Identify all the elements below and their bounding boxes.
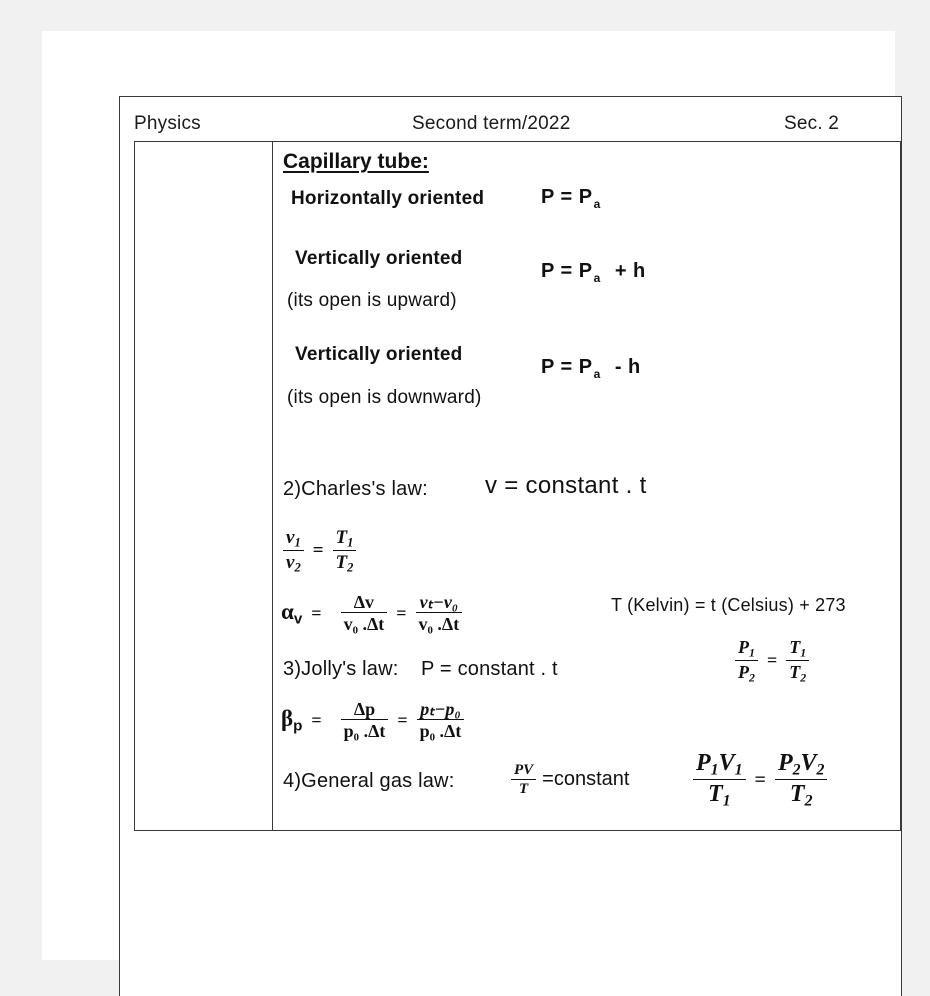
beta-middle-equals-sign: = [397,709,408,730]
general-gas-law-title: 4)General gas law: [283,770,455,792]
capillary-row-1-equation: P = Pa [541,186,601,211]
combined-left-numerator: P1V1 [696,750,743,779]
combined-right-numerator: P2V2 [777,750,825,779]
capillary-row-1-eq-lhs: P = P [541,186,593,208]
charles-ratio-left-fraction: v1 v2 [283,527,304,574]
charles-ratio-right-fraction: T1 T2 [332,527,357,575]
pressure-ratio-numerator: P1 [738,637,755,660]
alpha-second-numerator: vₜ−v₀ [419,592,459,612]
kelvin-conversion-formula: T (Kelvin) = t (Celsius) + 273 [611,595,846,615]
capillary-row-2-label: Vertically oriented [295,248,463,269]
charles-volume-ratio-equation: v1 v2 = T1 T2 [283,527,357,575]
charles-law-statement: v = constant . t [485,472,647,499]
temperature-ratio-numerator: T1 [789,637,807,660]
combined-right-fraction: P2V2 T2 [774,750,828,810]
charles-law-title: 2)Charles's law: [283,478,428,500]
alpha-first-denominator: v₀ .Δt [340,612,388,634]
capillary-row-2-equation: P = Pa + h [541,260,646,285]
alpha-first-numerator: Δv [353,592,375,612]
beta-second-denominator: p₀ .Δt [416,719,465,741]
document-header: Physics Second term/2022 Sec. 2 [120,97,901,141]
beta-equals-sign: = [311,709,322,730]
content-table: Capillary tube: Horizontally oriented P … [134,141,901,831]
jolly-pressure-coefficient-equation: βp = Δp p₀ .Δt = pₜ−p₀ p₀ .Δt [281,699,465,741]
capillary-row-3-eq-rhs: - h [614,356,641,378]
capillary-row-3-eq-sub: a [593,367,601,381]
capillary-row-1-label: Horizontally oriented [291,188,485,209]
capillary-row-3-sublabel: (its open is downward) [287,387,482,408]
charles-ratio-right-denominator: T2 [332,549,357,575]
general-gas-law-numerator: PV [514,762,534,778]
alpha-second-denominator: v₀ .Δt [415,612,463,634]
beta-symbol: βp [281,706,303,735]
header-term: Second term/2022 [412,113,571,134]
temperature-ratio-fraction: T1 T2 [786,637,810,685]
capillary-row-3-eq-lhs: P = P [541,356,593,378]
combined-equals-sign: = [754,768,766,791]
alpha-equals-sign: = [311,602,322,623]
beta-first-numerator: Δp [353,699,376,719]
temperature-ratio-denominator: T2 [786,659,810,685]
charles-ratio-equals-sign: = [312,539,324,561]
beta-second-fraction: pₜ−p₀ p₀ .Δt [416,699,465,741]
header-subject: Physics [134,113,201,134]
alpha-symbol: αv [281,599,303,628]
beta-second-numerator: pₜ−p₀ [420,699,461,719]
table-column-empty [135,142,273,830]
beta-first-denominator: p₀ .Δt [340,719,389,741]
combined-left-denominator: T1 [693,779,746,810]
capillary-row-2-sublabel: (its open is upward) [287,290,457,311]
capillary-row-2-eq-lhs: P = P [541,260,593,282]
pressure-ratio-denominator: P2 [735,659,758,685]
pressure-ratio-fraction: P1 P2 [735,637,758,684]
general-gas-law-fraction: PV T [511,762,537,798]
jolly-law-title: 3)Jolly's law: [283,658,399,680]
capillary-row-2-eq-rhs: + h [614,260,646,282]
general-gas-law-denominator: T [511,778,537,798]
alpha-first-fraction: Δv v₀ .Δt [340,592,388,634]
charles-expansion-coefficient-equation: αv = Δv v₀ .Δt = vₜ−v₀ v₀ .Δt [281,592,463,634]
page-sheet: Physics Second term/2022 Sec. 2 Capillar… [42,31,902,996]
pressure-ratio-equals-sign: = [766,650,778,671]
capillary-row-3-label: Vertically oriented [295,344,463,365]
header-section: Sec. 2 [784,113,840,134]
alpha-second-fraction: vₜ−v₀ v₀ .Δt [415,592,463,634]
pressure-temperature-ratio-equation: P1 P2 = T1 T2 [735,637,810,685]
general-gas-law-equation: PV T =constant [511,762,629,798]
jolly-law-statement: P = constant . t [421,658,558,680]
table-column-content: Capillary tube: Horizontally oriented P … [273,142,900,830]
capillary-row-2-eq-sub: a [593,271,601,285]
capillary-row-3-equation: P = Pa - h [541,356,641,381]
combined-gas-law-equation: P1V1 T1 = P2V2 T2 [693,750,828,810]
charles-ratio-left-denominator: v2 [283,549,304,575]
beta-first-fraction: Δp p₀ .Δt [340,699,389,741]
capillary-tube-heading: Capillary tube: [283,150,429,173]
charles-ratio-right-numerator: T1 [335,527,354,550]
combined-left-fraction: P1V1 T1 [693,750,746,810]
combined-right-denominator: T2 [774,779,828,810]
document-frame: Physics Second term/2022 Sec. 2 Capillar… [119,96,902,996]
charles-ratio-left-numerator: v1 [286,527,301,550]
general-gas-law-statement: =constant [542,768,630,791]
capillary-row-1-eq-sub: a [593,197,601,211]
alpha-middle-equals-sign: = [396,602,407,623]
